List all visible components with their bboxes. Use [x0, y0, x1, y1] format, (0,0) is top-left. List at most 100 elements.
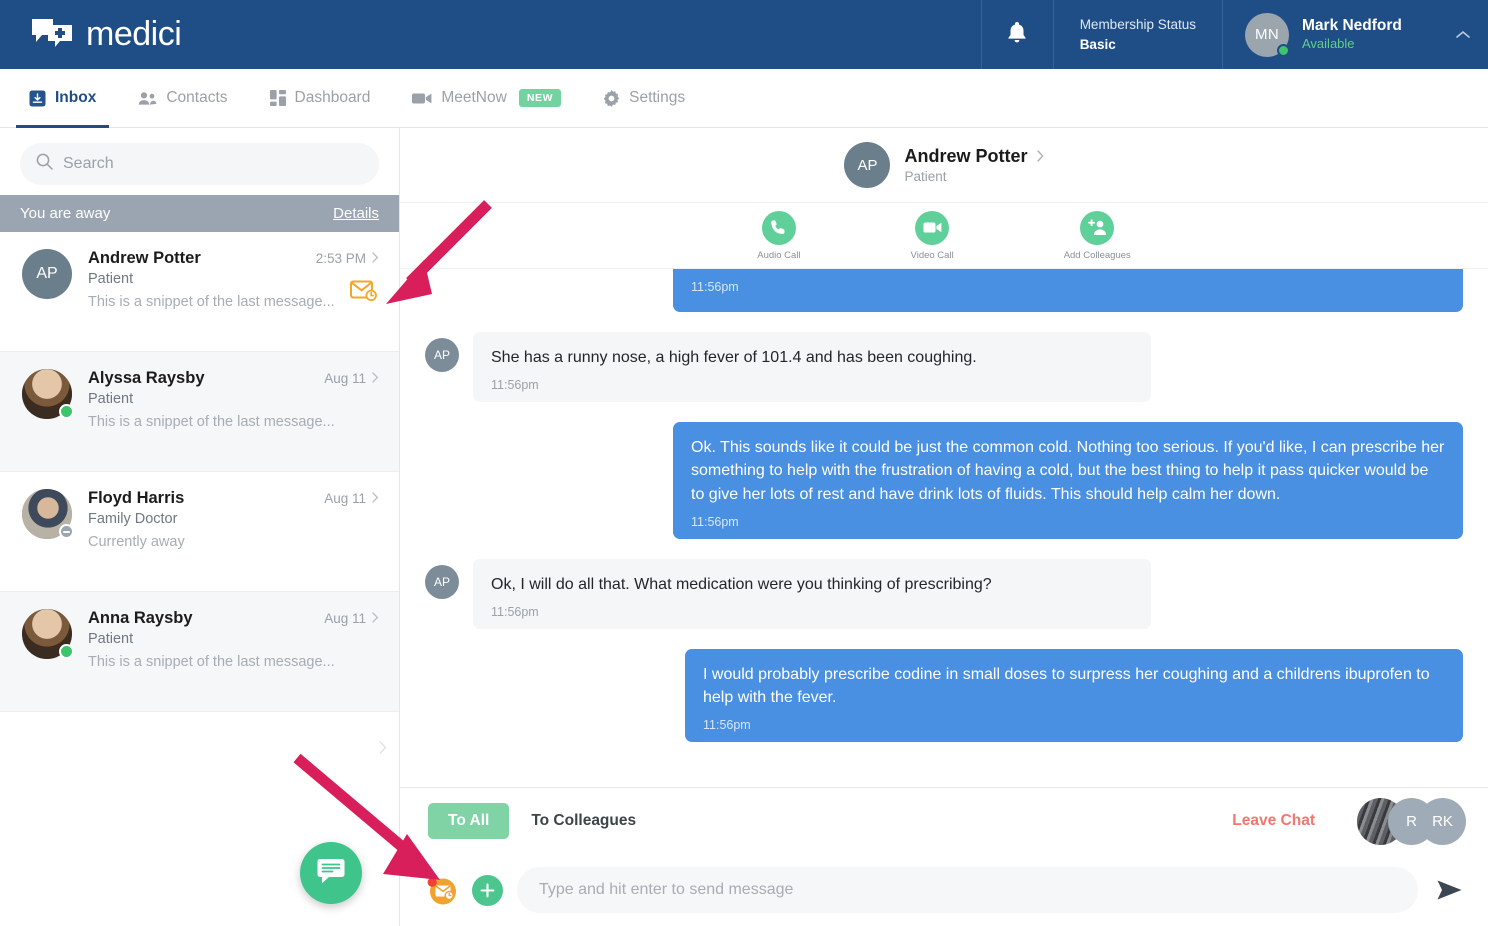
message-row: I would probably prescribe codine in sma…	[425, 648, 1463, 743]
conversation-sidebar: You are away Details AP Andrew Potter 2:…	[0, 128, 400, 926]
contact-name: Alyssa Raysby	[88, 369, 205, 387]
message-bubble-outgoing: 11:56pm	[673, 269, 1463, 312]
add-colleagues-label: Add Colleagues	[1063, 249, 1131, 261]
brand-logo[interactable]: medici	[0, 0, 981, 69]
tab-dashboard[interactable]: Dashboard	[249, 69, 392, 127]
dashboard-icon	[269, 90, 286, 106]
message-list[interactable]: 11:56pm AP She has a runny nose, a high …	[400, 269, 1488, 787]
page-title: Andrew Potter	[904, 146, 1028, 166]
video-call-button[interactable]: Video Call	[911, 210, 954, 261]
tab-inbox[interactable]: Inbox	[8, 69, 117, 128]
main-navigation: Inbox Contacts Dashboard MeetNow NEW Set…	[0, 69, 1488, 128]
message-snippet: This is a snippet of the last message...	[88, 654, 335, 670]
chevron-right-icon	[372, 251, 379, 266]
chat-bubble-icon	[317, 858, 345, 889]
avatar	[22, 369, 74, 419]
to-colleagues-button[interactable]: To Colleagues	[531, 812, 636, 830]
add-attachment-button[interactable]	[472, 874, 503, 906]
new-badge: NEW	[518, 89, 562, 107]
contacts-icon	[138, 91, 157, 106]
chevron-up-icon[interactable]	[1456, 27, 1470, 42]
tab-inbox-label: Inbox	[55, 89, 97, 106]
message-snippet: This is a snippet of the last message...	[88, 414, 335, 430]
message-text: Ok. This sounds like it could be just th…	[691, 439, 1445, 503]
away-details-link[interactable]: Details	[333, 205, 379, 222]
phone-icon	[761, 210, 796, 245]
message-snippet: Currently away	[88, 534, 185, 550]
avatar: AP	[844, 142, 891, 188]
list-item[interactable]: Floyd Harris Aug 11 Family Doctor Curren…	[0, 472, 399, 592]
audio-call-button[interactable]: Audio Call	[757, 210, 801, 261]
inbox-icon	[29, 90, 46, 107]
to-all-button[interactable]: To All	[428, 803, 510, 839]
unread-envelope-icon[interactable]	[424, 873, 458, 907]
chat-actions: Audio Call Video Call Add Colleagues	[400, 203, 1488, 269]
conversation-body: Anna Raysby Aug 11 Patient This is a sni…	[88, 609, 379, 694]
add-colleagues-button[interactable]: Add Colleagues	[1063, 210, 1131, 261]
message-input[interactable]	[539, 881, 1396, 899]
conversation-body: Alyssa Raysby Aug 11 Patient This is a s…	[88, 369, 379, 454]
avatar-initials: AP	[433, 574, 450, 589]
away-status-bar: You are away Details	[0, 195, 399, 232]
avatar-initials: AP	[36, 265, 58, 282]
notifications-button[interactable]	[980, 0, 1053, 69]
add-person-icon	[1080, 210, 1115, 245]
avatar	[22, 609, 74, 659]
conversation-time: Aug 11	[324, 491, 379, 506]
message-row: AP She has a runny nose, a high fever of…	[425, 332, 1463, 403]
chevron-right-icon	[372, 371, 379, 386]
expand-list-chevron-icon[interactable]	[379, 741, 387, 758]
search-area	[0, 128, 399, 195]
message-time: 11:56pm	[691, 514, 739, 529]
avatar: AP	[22, 249, 72, 299]
contact-role: Patient	[88, 631, 134, 647]
conversation-time: Aug 11	[324, 371, 379, 386]
chat-header-text[interactable]: Andrew Potter Patient	[904, 146, 1044, 184]
contact-role: Family Doctor	[88, 511, 178, 527]
search-input[interactable]	[63, 155, 363, 173]
audio-call-label: Audio Call	[757, 249, 801, 261]
presence-dot	[59, 524, 74, 539]
away-text: You are away	[20, 205, 111, 222]
app-header: medici Membership Status Basic MN Mark N…	[0, 0, 1488, 69]
timestamp: 2:53 PM	[315, 251, 366, 266]
tab-contacts[interactable]: Contacts	[117, 69, 248, 127]
list-item[interactable]: AP Andrew Potter 2:53 PM Patient This is…	[0, 232, 399, 352]
avatar: MN	[1245, 12, 1290, 57]
tab-meetnow[interactable]: MeetNow NEW	[391, 69, 582, 127]
chevron-right-icon[interactable]	[1036, 149, 1044, 165]
video-camera-icon	[412, 92, 432, 105]
message-time: 11:56pm	[703, 718, 751, 733]
list-item[interactable]: Alyssa Raysby Aug 11 Patient This is a s…	[0, 352, 399, 472]
presence-dot	[59, 644, 74, 659]
message-bubble-incoming: She has a runny nose, a high fever of 10…	[473, 332, 1151, 403]
message-time: 11:56pm	[491, 604, 539, 619]
app-body: You are away Details AP Andrew Potter 2:…	[0, 128, 1488, 926]
send-button[interactable]	[1432, 879, 1466, 901]
message-bubble-incoming: Ok, I will do all that. What medication …	[473, 558, 1151, 629]
avatar-initials: AP	[433, 348, 450, 362]
message-row: Ok. This sounds like it could be just th…	[425, 422, 1463, 539]
avatar: RK	[1419, 797, 1466, 845]
search-box[interactable]	[20, 143, 379, 185]
message-bubble-outgoing: Ok. This sounds like it could be just th…	[673, 422, 1463, 539]
message-text: She has a runny nose, a high fever of 10…	[491, 349, 977, 366]
chevron-right-icon	[372, 491, 379, 506]
list-item[interactable]: Anna Raysby Aug 11 Patient This is a sni…	[0, 592, 399, 712]
timestamp: Aug 11	[324, 371, 366, 386]
chat-panel: AP Andrew Potter Patient Audio Call Vide…	[400, 128, 1488, 926]
unread-envelope-icon[interactable]	[350, 280, 377, 306]
user-menu[interactable]: MN Mark Nedford Available	[1223, 0, 1488, 69]
tab-settings[interactable]: Settings	[582, 69, 706, 127]
gear-icon	[603, 89, 620, 107]
avatar: AP	[425, 338, 459, 372]
user-initials: MN	[1255, 26, 1279, 43]
contact-role: Patient	[88, 271, 134, 287]
new-message-fab[interactable]	[300, 842, 362, 904]
membership-label: Membership Status	[1079, 16, 1196, 32]
participant-avatars[interactable]: R RK	[1357, 797, 1466, 845]
message-input-wrap[interactable]	[517, 867, 1418, 913]
conversation-body: Andrew Potter 2:53 PM Patient This is a …	[88, 249, 379, 334]
leave-chat-button[interactable]: Leave Chat	[1232, 812, 1315, 830]
brand-name: medici	[86, 15, 182, 53]
